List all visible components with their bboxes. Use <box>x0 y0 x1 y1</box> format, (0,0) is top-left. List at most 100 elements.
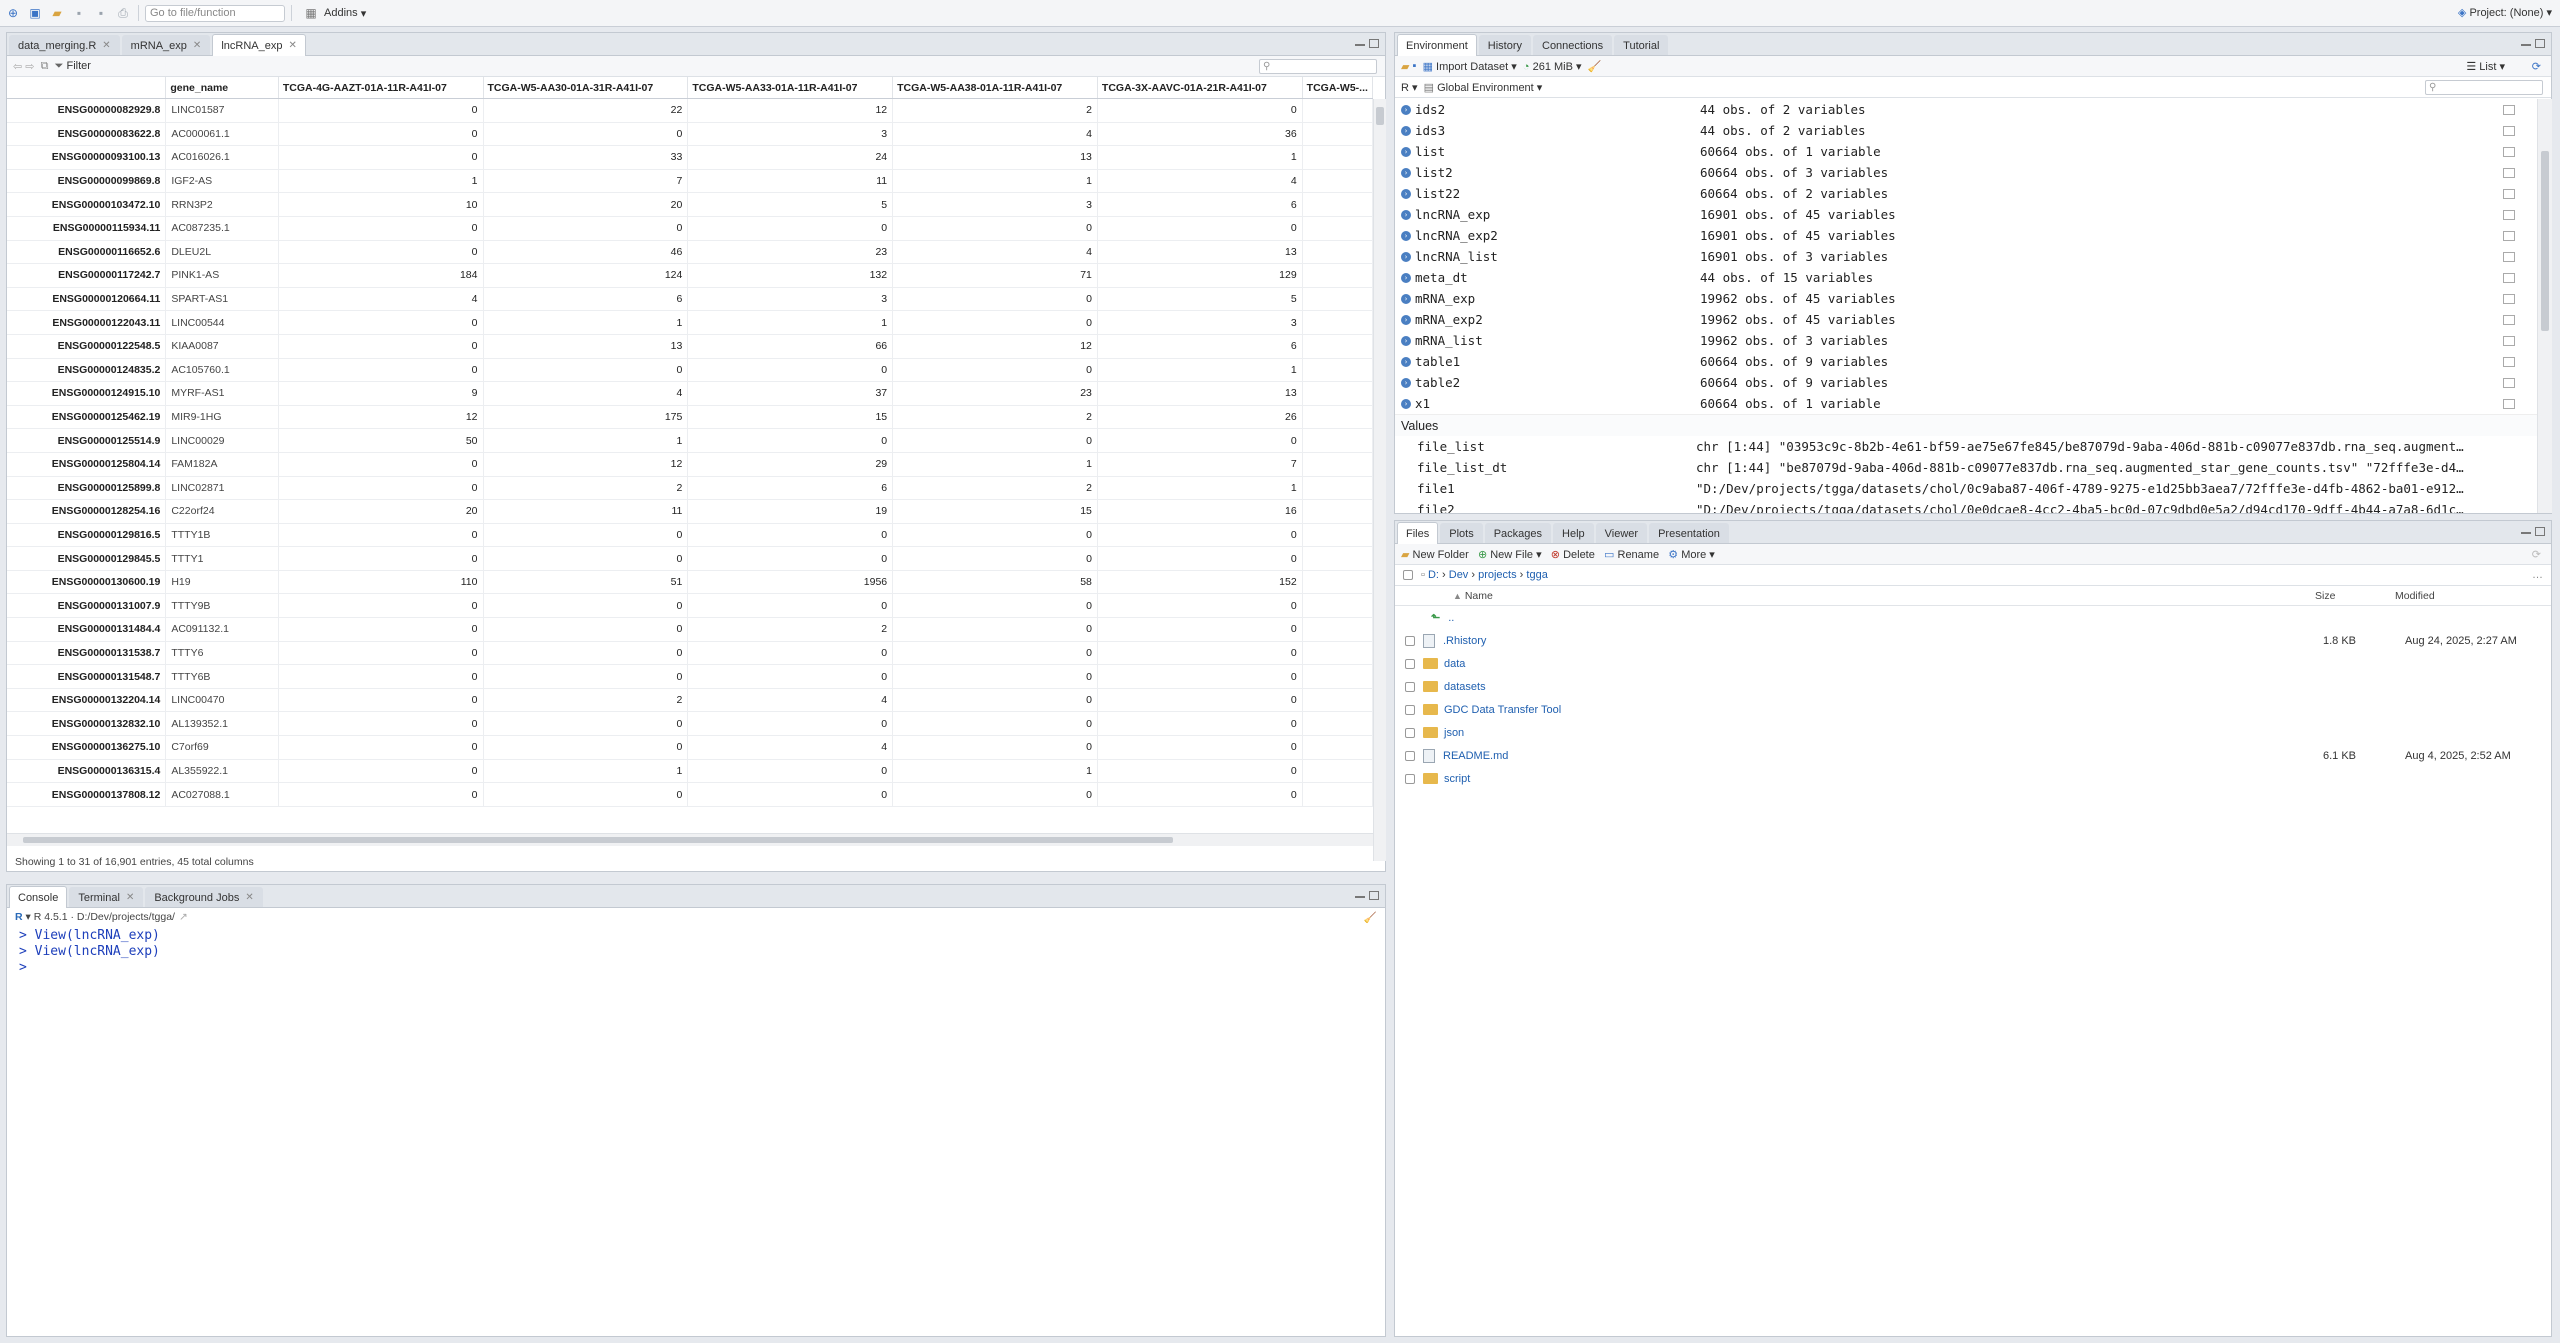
expand-icon[interactable]: › <box>1401 146 1411 157</box>
column-header[interactable]: TCGA-4G-AAZT-01A-11R-A41I-07 <box>278 77 484 99</box>
popout-icon[interactable]: ⧉ <box>41 60 49 73</box>
file-name-link[interactable]: json <box>1444 727 1464 739</box>
scroll-thumb[interactable] <box>23 837 1173 843</box>
tab-environment[interactable]: Environment <box>1397 34 1477 56</box>
env-data-row[interactable]: › ids2 44 obs. of 2 variables <box>1395 99 2537 120</box>
view-table-icon[interactable] <box>2503 209 2515 220</box>
broom-icon[interactable]: 🧹 <box>1588 60 1602 73</box>
goto-dir-icon[interactable]: ↗ <box>179 911 188 923</box>
file-row[interactable]: README.md 6.1 KB Aug 4, 2025, 2:52 AM <box>1395 744 2551 767</box>
file-name-link[interactable]: README.md <box>1443 750 1508 762</box>
breadcrumb-item[interactable]: D: <box>1428 569 1439 581</box>
expand-icon[interactable]: › <box>1401 314 1411 325</box>
new-file-button[interactable]: ⊕ New File ▾ <box>1478 548 1542 561</box>
maximize-icon[interactable] <box>1369 891 1379 900</box>
tab-console[interactable]: Console <box>9 886 68 908</box>
env-data-row[interactable]: › list22 60664 obs. of 2 variables <box>1395 183 2537 204</box>
env-data-row[interactable]: › list 60664 obs. of 1 variable <box>1395 141 2537 162</box>
file-checkbox[interactable] <box>1405 727 1415 738</box>
env-value-row[interactable]: file_list chr [1:44] "03953c9c-8b2b-4e61-… <box>1395 436 2537 457</box>
expand-icon[interactable]: › <box>1401 356 1411 367</box>
tab-lncrna-exp[interactable]: lncRNA_exp ✕ <box>212 34 306 56</box>
save-icon[interactable]: ▪ <box>70 4 88 22</box>
env-data-row[interactable]: › mRNA_list 19962 obs. of 3 variables <box>1395 330 2537 351</box>
view-table-icon[interactable] <box>2503 356 2515 367</box>
view-table-icon[interactable] <box>2503 272 2515 283</box>
expand-icon[interactable]: › <box>1401 209 1411 220</box>
breadcrumb-item[interactable]: Dev <box>1449 569 1469 581</box>
more-button[interactable]: ⚙ More ▾ <box>1668 548 1715 561</box>
expand-icon[interactable]: › <box>1401 272 1411 283</box>
column-header[interactable]: TCGA-W5-AA30-01A-31R-A41I-07 <box>483 77 689 99</box>
close-icon[interactable]: ✕ <box>126 892 134 903</box>
file-row[interactable]: .Rhistory 1.8 KB Aug 24, 2025, 2:27 AM <box>1395 629 2551 652</box>
minimize-icon[interactable] <box>2521 527 2531 534</box>
grid-layout-icon[interactable]: ▦ <box>302 4 320 22</box>
vertical-scrollbar[interactable] <box>1373 99 1386 861</box>
file-row[interactable]: GDC Data Transfer Tool <box>1395 698 2551 721</box>
file-row[interactable]: data <box>1395 652 2551 675</box>
new-project-icon[interactable]: ▣ <box>26 4 44 22</box>
load-workspace-icon[interactable]: ▰ <box>1401 60 1409 73</box>
back-icon[interactable]: ⇦ <box>13 60 22 73</box>
env-data-row[interactable]: › meta_dt 44 obs. of 15 variables <box>1395 267 2537 288</box>
env-scrollbar[interactable] <box>2537 99 2552 513</box>
view-table-icon[interactable] <box>2503 377 2515 388</box>
rename-button[interactable]: ▭ Rename <box>1604 548 1659 561</box>
size-header[interactable]: Size <box>2315 590 2335 602</box>
expand-icon[interactable]: › <box>1401 398 1411 409</box>
breadcrumb-item[interactable]: tgga <box>1526 569 1547 581</box>
save-all-icon[interactable]: ▪ <box>92 4 110 22</box>
filter-button[interactable]: ⏷ Filter <box>55 60 91 73</box>
view-table-icon[interactable] <box>2503 125 2515 136</box>
tab-history[interactable]: History <box>1478 35 1531 55</box>
close-icon[interactable]: ✕ <box>193 40 201 51</box>
view-table-icon[interactable] <box>2503 293 2515 304</box>
view-table-icon[interactable] <box>2503 230 2515 241</box>
addins-menu[interactable]: Addins ▾ <box>324 7 366 20</box>
expand-icon[interactable]: › <box>1401 251 1411 262</box>
env-search-input[interactable]: ⚲ <box>2425 80 2543 95</box>
maximize-icon[interactable] <box>1369 39 1379 48</box>
breadcrumb-item[interactable]: projects <box>1478 569 1517 581</box>
column-header[interactable]: TCGA-W5-AA33-01A-11R-A41I-07 <box>687 77 894 99</box>
tab-connections[interactable]: Connections <box>1533 35 1613 55</box>
env-data-row[interactable]: › x1 60664 obs. of 1 variable <box>1395 393 2537 414</box>
goto-file-input[interactable]: Go to file/function <box>145 4 285 22</box>
view-table-icon[interactable] <box>2503 335 2515 346</box>
file-checkbox[interactable] <box>1405 681 1415 692</box>
file-checkbox[interactable] <box>1405 704 1415 715</box>
file-row[interactable]: json <box>1395 721 2551 744</box>
tab-terminal[interactable]: Terminal ✕ <box>69 887 144 907</box>
import-dataset-button[interactable]: ▦ Import Dataset ▾ <box>1423 60 1517 73</box>
maximize-icon[interactable] <box>2535 527 2545 536</box>
file-name-link[interactable]: script <box>1444 773 1470 785</box>
new-folder-button[interactable]: ▰ New Folder <box>1401 548 1469 561</box>
expand-icon[interactable]: › <box>1401 293 1411 304</box>
env-data-row[interactable]: › mRNA_exp2 19962 obs. of 45 variables <box>1395 309 2537 330</box>
expand-icon[interactable]: › <box>1401 377 1411 388</box>
view-table-icon[interactable] <box>2503 104 2515 115</box>
expand-icon[interactable]: › <box>1401 230 1411 241</box>
modified-header[interactable]: Modified <box>2395 590 2435 602</box>
console-output[interactable]: > View(lncRNA_exp) > View(lncRNA_exp) > <box>7 926 1385 976</box>
file-row[interactable]: script <box>1395 767 2551 790</box>
horizontal-scrollbar[interactable] <box>7 833 1373 846</box>
view-mode-button[interactable]: ☰ List ▾ <box>2466 60 2505 73</box>
view-table-icon[interactable] <box>2503 188 2515 199</box>
column-header[interactable]: TCGA-3X-AAVC-01A-21R-A41I-07 <box>1097 77 1303 99</box>
expand-icon[interactable]: › <box>1401 125 1411 136</box>
tab-tutorial[interactable]: Tutorial <box>1614 35 1669 55</box>
file-name-link[interactable]: GDC Data Transfer Tool <box>1444 704 1561 716</box>
expand-icon[interactable]: › <box>1401 188 1411 199</box>
minimize-icon[interactable] <box>1355 891 1365 898</box>
file-name-link[interactable]: .Rhistory <box>1443 635 1486 647</box>
tab-files[interactable]: Files <box>1397 522 1439 544</box>
select-all-checkbox[interactable] <box>1403 570 1413 580</box>
open-file-icon[interactable]: ▰ <box>48 4 66 22</box>
scope-select[interactable]: ▤ Global Environment ▾ <box>1424 81 1543 94</box>
file-name-link[interactable]: datasets <box>1444 681 1486 693</box>
env-value-row[interactable]: file_list_dt chr [1:44] "be87079d-9aba-40… <box>1395 457 2537 478</box>
minimize-icon[interactable] <box>2521 39 2531 46</box>
env-data-row[interactable]: › table2 60664 obs. of 9 variables <box>1395 372 2537 393</box>
